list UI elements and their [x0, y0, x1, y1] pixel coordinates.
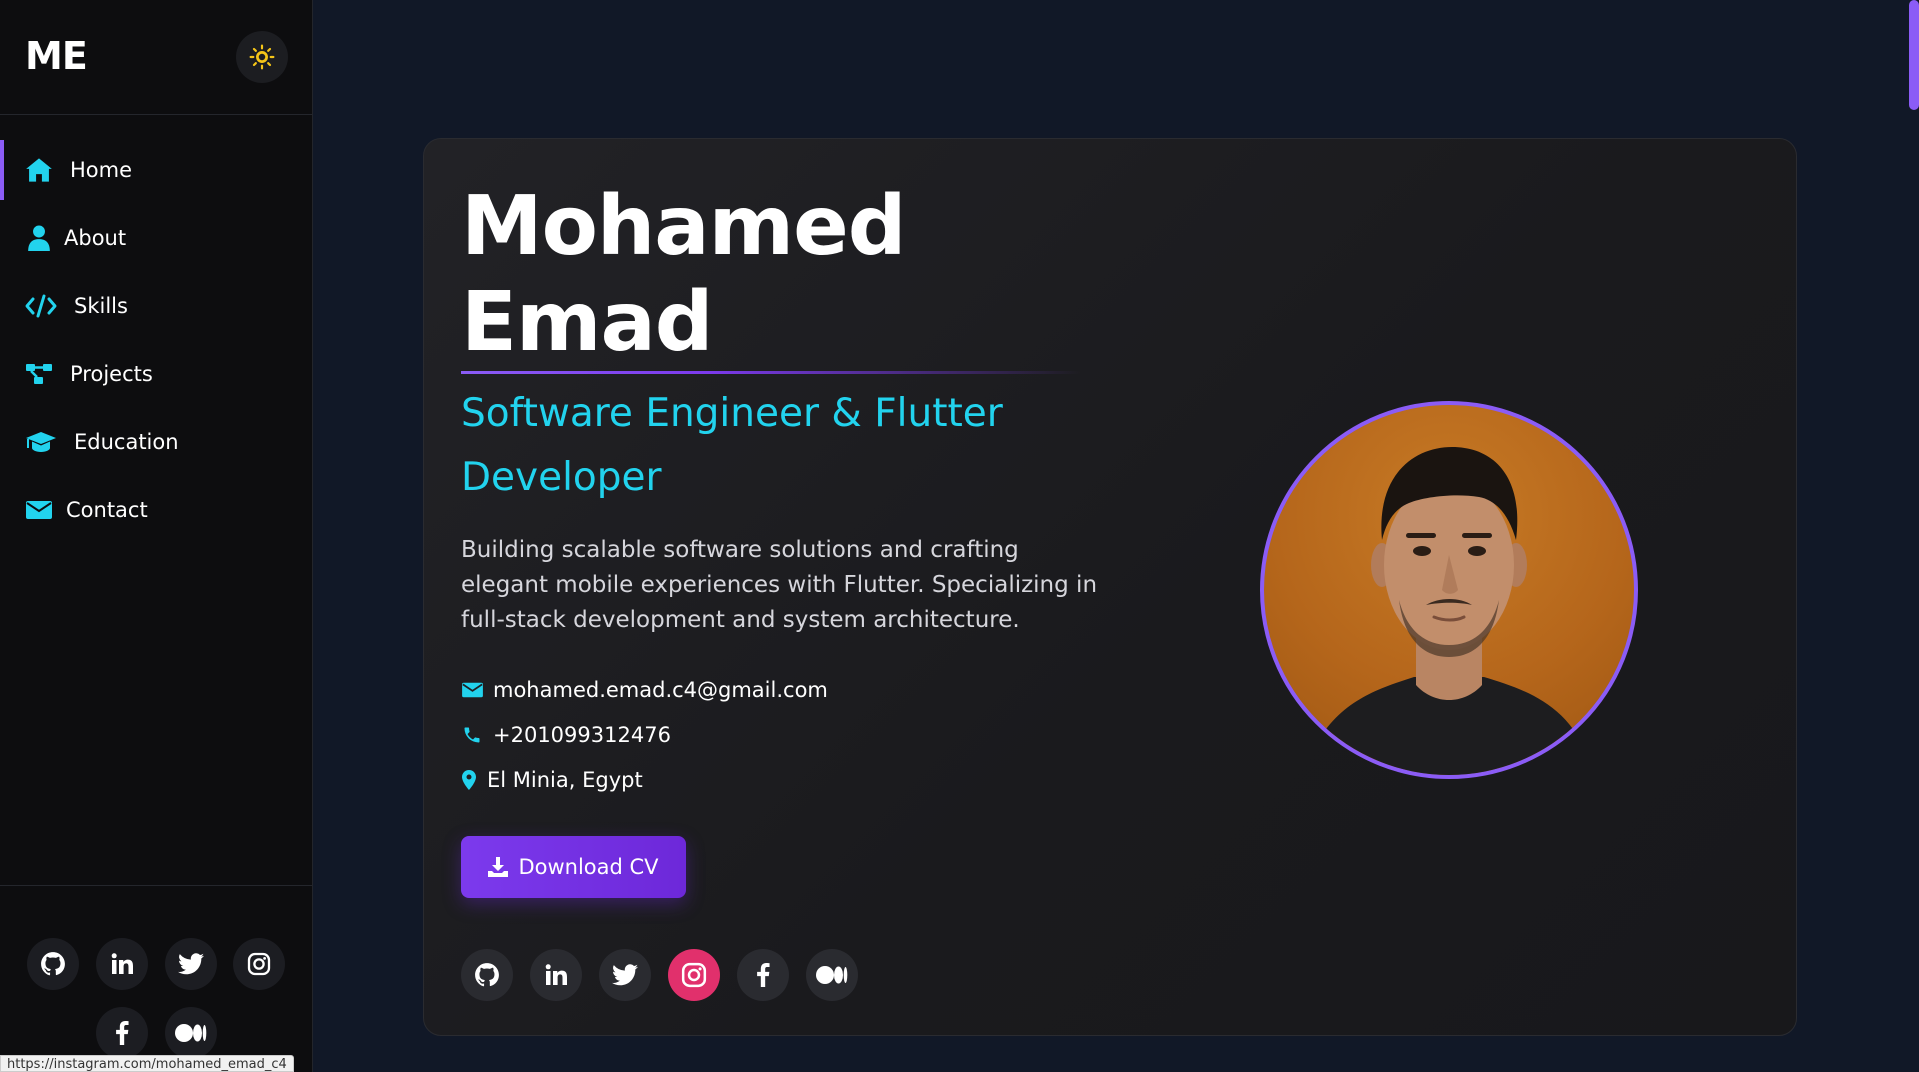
instagram-icon: [247, 952, 271, 976]
map-marker-icon: [461, 769, 477, 791]
hero-card: Mohamed Emad Software Engineer & Flutter…: [423, 138, 1797, 1036]
nav-item-projects[interactable]: Projects: [0, 342, 312, 406]
nav-label: Projects: [70, 362, 153, 386]
github-icon: [41, 952, 65, 976]
user-icon: [24, 223, 54, 253]
hero-socials: [461, 949, 875, 1001]
download-cv-label: Download CV: [518, 855, 659, 879]
phone-text: +201099312476: [493, 723, 671, 747]
location-text: El Minia, Egypt: [487, 768, 643, 792]
twitter-link[interactable]: [165, 938, 217, 990]
nav-item-education[interactable]: Education: [0, 410, 312, 474]
profile-photo: [1260, 401, 1638, 779]
phone-icon: [461, 724, 483, 746]
home-icon: [24, 155, 54, 185]
contact-location: El Minia, Egypt: [461, 768, 643, 792]
medium-icon: [816, 966, 848, 984]
nav-label: Contact: [66, 498, 148, 522]
name-underline: [461, 371, 1081, 374]
nav-label: Education: [74, 430, 179, 454]
nav-label: Home: [70, 158, 133, 182]
medium-link[interactable]: [165, 1007, 217, 1059]
sidebar-socials: [0, 885, 312, 1072]
status-bar-url: https://instagram.com/mohamed_emad_c4: [0, 1055, 294, 1072]
email-text: mohamed.emad.c4@gmail.com: [493, 678, 828, 702]
contact-phone[interactable]: +201099312476: [461, 723, 671, 747]
envelope-icon: [24, 495, 54, 525]
facebook-link[interactable]: [737, 949, 789, 1001]
contact-email[interactable]: mohamed.emad.c4@gmail.com: [461, 678, 828, 702]
twitter-icon: [612, 964, 638, 986]
nav-item-about[interactable]: About: [0, 206, 312, 270]
twitter-icon: [178, 953, 204, 975]
instagram-icon: [681, 962, 707, 988]
github-link[interactable]: [27, 938, 79, 990]
twitter-link[interactable]: [599, 949, 651, 1001]
sun-icon: [249, 44, 275, 70]
hero-description: Building scalable software solutions and…: [461, 537, 1098, 633]
logo[interactable]: ME: [25, 34, 88, 78]
hero-name: Mohamed Emad: [461, 179, 906, 370]
sidebar: ME Home About Skills Projects Education …: [0, 0, 313, 1072]
nav-label: Skills: [74, 294, 128, 318]
facebook-link[interactable]: [96, 1007, 148, 1059]
linkedin-link[interactable]: [530, 949, 582, 1001]
graduation-cap-icon: [24, 427, 58, 457]
facebook-icon: [757, 963, 770, 987]
nav-item-home[interactable]: Home: [0, 138, 312, 202]
github-icon: [475, 963, 499, 987]
github-link[interactable]: [461, 949, 513, 1001]
download-cv-button[interactable]: Download CV: [461, 836, 686, 898]
linkedin-icon: [545, 964, 567, 985]
envelope-icon: [461, 679, 483, 701]
download-icon: [488, 857, 509, 877]
page-scrollbar[interactable]: [1909, 0, 1919, 110]
facebook-icon: [116, 1021, 129, 1045]
medium-link[interactable]: [806, 949, 858, 1001]
theme-toggle-button[interactable]: [236, 31, 288, 83]
sidebar-header: ME: [0, 0, 312, 115]
project-diagram-icon: [24, 359, 54, 389]
code-icon: [24, 291, 58, 321]
linkedin-link[interactable]: [96, 938, 148, 990]
instagram-link[interactable]: [233, 938, 285, 990]
nav-item-skills[interactable]: Skills: [0, 274, 312, 338]
linkedin-icon: [111, 953, 133, 974]
instagram-link[interactable]: [668, 949, 720, 1001]
hero-role: Software Engineer & Flutter Developer: [461, 391, 1003, 500]
nav-item-contact[interactable]: Contact: [0, 478, 312, 542]
medium-icon: [175, 1024, 207, 1042]
nav-label: About: [64, 226, 127, 250]
profile-photo-illustration: [1304, 447, 1594, 775]
sidebar-nav: Home About Skills Projects Education Con…: [0, 138, 312, 546]
